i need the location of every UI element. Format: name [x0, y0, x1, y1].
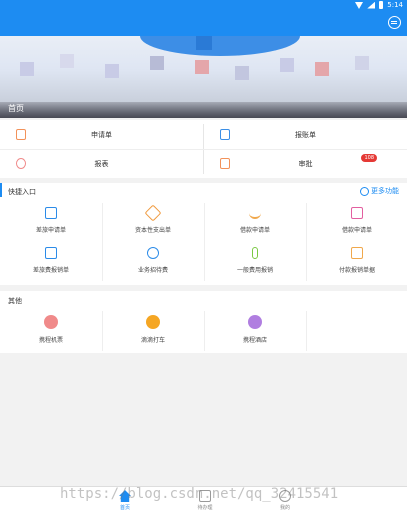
watermark: https://blog.csdn.net/qq_32415541	[60, 486, 339, 502]
banner-pixel	[105, 64, 119, 78]
main-grid: 申请单 报账单 报表 审批 108	[0, 120, 407, 178]
tag-icon	[144, 204, 162, 222]
quick-item-loan-apply-2[interactable]: 借款申请单	[306, 203, 407, 241]
divider	[102, 203, 103, 281]
banner-label: 首页	[8, 104, 24, 113]
gift-icon	[351, 207, 363, 219]
grid-item-label: 申请单	[91, 130, 112, 139]
grid-item-label: 报表	[94, 159, 109, 168]
divider	[306, 203, 307, 281]
other-title: 其他	[8, 297, 22, 305]
divider	[204, 203, 205, 281]
quick-item-label: 差旅费报销单	[32, 267, 69, 274]
banner-dome	[140, 36, 300, 56]
grid-item-report[interactable]: 报表	[0, 149, 203, 178]
banner-pixel	[20, 62, 34, 76]
section-accent	[0, 183, 2, 197]
quick-item-capex[interactable]: 资本性支出单	[102, 203, 204, 241]
banner-pixel	[60, 54, 74, 68]
cup-icon	[147, 247, 159, 259]
quick-item-travel-reimburse[interactable]: 差旅费报销单	[0, 243, 102, 281]
quick-item-general-reimburse[interactable]: 一般费用报销	[204, 243, 306, 281]
clipboard-icon	[351, 247, 363, 259]
divider	[306, 311, 307, 351]
banner-spire	[196, 36, 212, 50]
mic-icon	[252, 247, 258, 259]
quick-item-label: 资本性支出单	[134, 227, 171, 234]
quick-item-loan-apply[interactable]: 借款申请单	[204, 203, 306, 241]
message-icon[interactable]	[388, 16, 401, 29]
banner-image[interactable]: 首页	[0, 36, 407, 118]
quick-entry-title: 快捷入口	[8, 188, 36, 196]
banner-pixel	[195, 60, 209, 74]
other-item-taxi[interactable]: 滴滴打车	[102, 311, 204, 351]
more-functions-link[interactable]: 更多功能	[360, 186, 399, 196]
signal-icon	[355, 1, 364, 9]
quick-item-travel-apply[interactable]: 差旅申请单	[0, 203, 102, 241]
quick-item-label: 差旅申请单	[35, 227, 66, 234]
quick-item-label: 借款申请单	[341, 227, 372, 234]
more-icon	[360, 186, 369, 196]
grid-item-approval[interactable]: 审批 108	[204, 149, 407, 178]
grid-item-expense[interactable]: 报账单	[204, 120, 407, 149]
tab-label: 首页	[119, 505, 130, 511]
banner-pixel	[355, 56, 369, 70]
status-time: 5:14	[387, 1, 403, 9]
quick-item-payment[interactable]: 付款报销单据	[306, 243, 407, 281]
status-icons: 5:14	[355, 1, 403, 9]
coins-icon	[249, 207, 261, 219]
other-item-flight[interactable]: 携程机票	[0, 311, 102, 351]
quick-item-label: 业务招待费	[137, 267, 168, 274]
plane-icon	[44, 315, 58, 329]
banner-pixel	[280, 58, 294, 72]
banner-pixel	[235, 66, 249, 80]
banner-skyline	[0, 102, 407, 118]
briefcase-icon	[45, 207, 57, 219]
tab-label: 我的	[279, 505, 290, 511]
quick-item-entertainment[interactable]: 业务招待费	[102, 243, 204, 281]
quick-item-label: 付款报销单据	[338, 267, 375, 274]
quick-entry-section: 快捷入口 更多功能 差旅申请单 资本性支出单 借款申请单 借款申请单 差旅费报销…	[0, 183, 407, 285]
other-item-label: 携程酒店	[242, 337, 267, 344]
car-icon	[146, 315, 160, 329]
app-header	[0, 12, 407, 36]
battery-icon	[379, 1, 384, 9]
quick-item-label: 借款申请单	[239, 227, 270, 234]
divider	[204, 311, 205, 351]
receipt-icon	[45, 247, 57, 259]
other-item-label: 滴滴打车	[140, 337, 165, 344]
divider	[0, 149, 407, 150]
hotel-icon	[248, 315, 262, 329]
tab-label: 待办理	[197, 505, 213, 511]
grid-item-label: 审批	[298, 159, 313, 168]
grid-item-label: 报账单	[295, 130, 316, 139]
quick-item-label: 一般费用报销	[236, 267, 273, 274]
grid-item-apply[interactable]: 申请单	[0, 120, 203, 149]
other-section: 其他 携程机票 滴滴打车 携程酒店	[0, 291, 407, 353]
other-item-hotel[interactable]: 携程酒店	[204, 311, 306, 351]
other-item-label: 携程机票	[38, 337, 63, 344]
approval-badge: 108	[361, 154, 377, 162]
more-functions-label: 更多功能	[371, 187, 399, 195]
divider	[102, 311, 103, 351]
banner-pixel	[315, 62, 329, 76]
wifi-icon	[367, 1, 376, 9]
status-bar: 5:14	[0, 0, 407, 12]
banner-pixel	[150, 56, 164, 70]
